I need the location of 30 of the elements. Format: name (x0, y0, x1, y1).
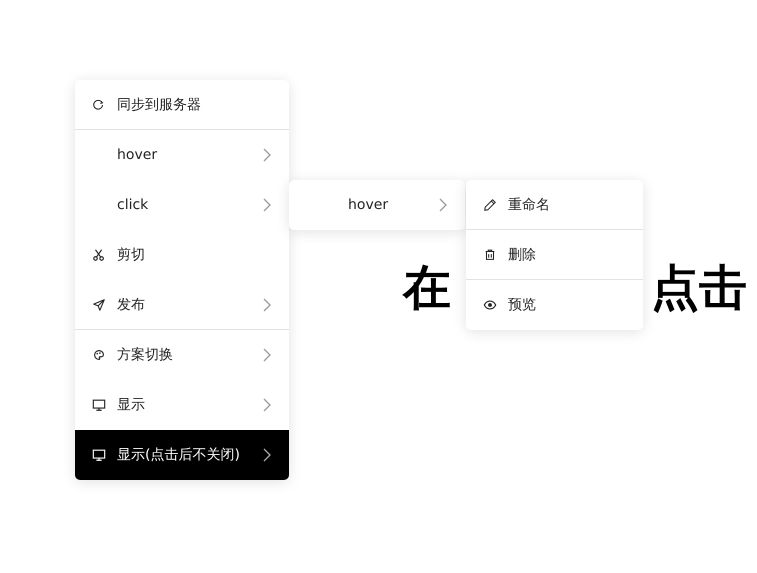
menu-item[interactable]: 重命名 (466, 180, 643, 230)
menu-item[interactable]: 显示 (75, 380, 289, 430)
monitor-icon (92, 448, 106, 462)
heading-text: 在 (403, 259, 451, 318)
scissors-icon (92, 248, 106, 262)
chevron-icon (263, 448, 271, 462)
menu-item[interactable]: 方案切换 (75, 330, 289, 380)
menu-item[interactable]: 发布 (75, 280, 289, 330)
menu-item[interactable]: hover (289, 180, 465, 230)
eye-icon (483, 298, 497, 312)
send-icon (92, 298, 106, 312)
chevron-icon (263, 298, 271, 312)
menu-item[interactable]: 显示(点击后不关闭) (75, 430, 289, 480)
sync-icon (92, 98, 106, 112)
menu-item[interactable]: click (75, 180, 289, 230)
chevron-icon (263, 198, 271, 212)
menu-item[interactable]: hover (75, 130, 289, 180)
chevron-icon (263, 398, 271, 412)
pencil-icon (483, 198, 497, 212)
monitor-icon (92, 398, 106, 412)
palette-icon (92, 348, 106, 362)
chevron-icon (263, 348, 271, 362)
menu-item[interactable]: 删除 (466, 230, 643, 280)
heading-text: 点击 (651, 259, 747, 318)
trash-icon (483, 248, 497, 262)
menu-item[interactable]: 预览 (466, 280, 643, 330)
menu-item[interactable]: 同步到服务器 (75, 80, 289, 130)
menu-item[interactable]: 剪切 (75, 230, 289, 280)
chevron-icon (263, 148, 271, 162)
chevron-icon (439, 198, 447, 212)
